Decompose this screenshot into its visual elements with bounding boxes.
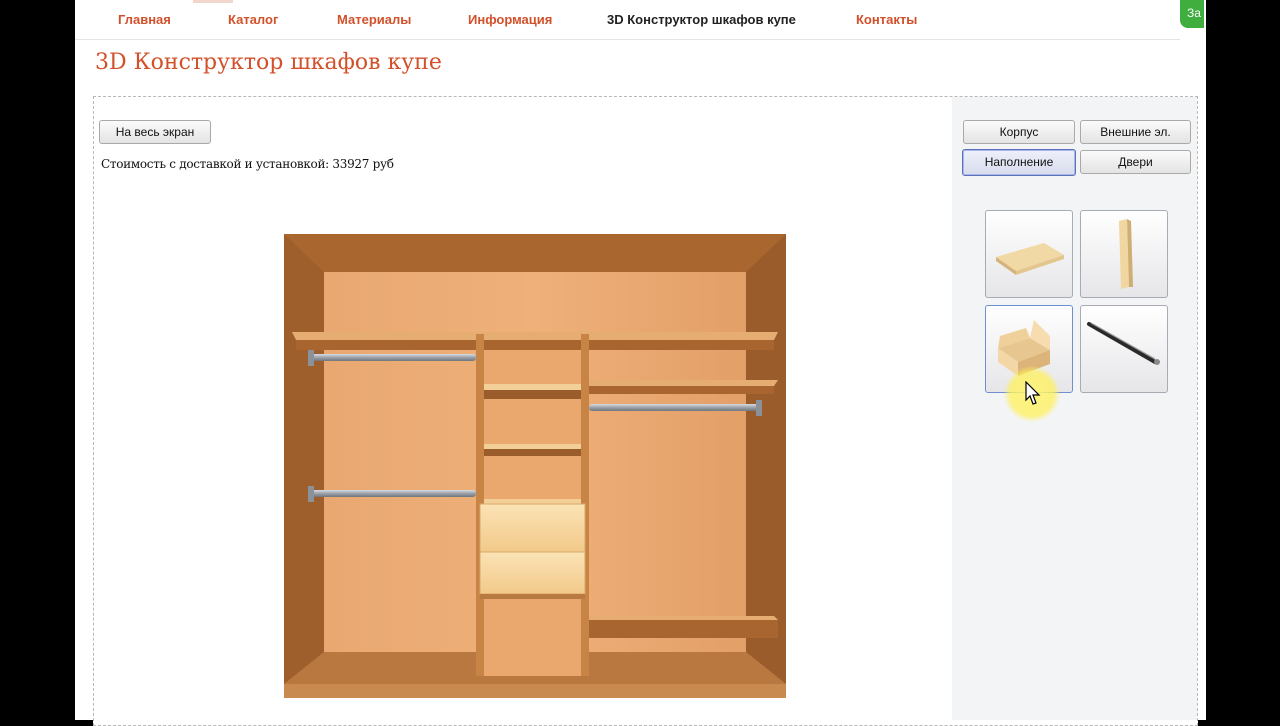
shoe-shelf [589, 620, 778, 638]
wardrobe-3d-view[interactable] [284, 234, 788, 700]
tab-korpus[interactable]: Корпус [963, 120, 1075, 144]
nav-item-contacts[interactable]: Контакты [856, 12, 917, 27]
browser-edge [1204, 0, 1280, 720]
plinth [284, 684, 786, 698]
hanging-rod-icon [1087, 322, 1160, 365]
partition-icon [1119, 219, 1133, 289]
right-shelf [589, 386, 774, 394]
mid-shelf-3 [484, 499, 581, 504]
mid-shelf-2 [484, 444, 581, 449]
page-title: 3D Конструктор шкафов купе [95, 50, 442, 75]
tool-panel [952, 97, 1197, 720]
hanging-rod-bottom-left [310, 490, 476, 497]
top-shelf [296, 340, 774, 350]
tab-doors[interactable]: Двери [1080, 150, 1191, 174]
hanging-rod-top-left [310, 354, 476, 361]
partition-tile[interactable] [1080, 210, 1168, 298]
tab-external-elements[interactable]: Внешние эл. [1080, 120, 1191, 144]
cost-text: Стоимость с доставкой и установкой: 3392… [101, 157, 394, 171]
drawer-2[interactable] [479, 551, 586, 595]
top-navigation: Главная Каталог Материалы Информация 3D … [75, 0, 1180, 40]
tab-filling[interactable]: Наполнение [962, 149, 1076, 176]
hanging-rod-right [589, 404, 759, 411]
fullscreen-button[interactable]: На весь экран [99, 120, 211, 144]
rod-tile[interactable] [1080, 305, 1168, 393]
side-badge[interactable]: За [1180, 0, 1204, 28]
shelf-tile[interactable] [985, 210, 1073, 298]
nav-item-constructor[interactable]: 3D Конструктор шкафов купе [607, 12, 796, 27]
nav-item-home[interactable]: Главная [118, 12, 171, 27]
nav-item-materials[interactable]: Материалы [337, 12, 411, 27]
nav-item-information[interactable]: Информация [468, 12, 552, 27]
shelf-icon [996, 243, 1064, 275]
drawer-icon [998, 320, 1050, 376]
nav-item-catalog[interactable]: Каталог [228, 12, 278, 27]
drawer-tile[interactable] [985, 305, 1073, 393]
drawer-1[interactable] [479, 503, 586, 553]
mid-shelf-1 [484, 384, 581, 390]
